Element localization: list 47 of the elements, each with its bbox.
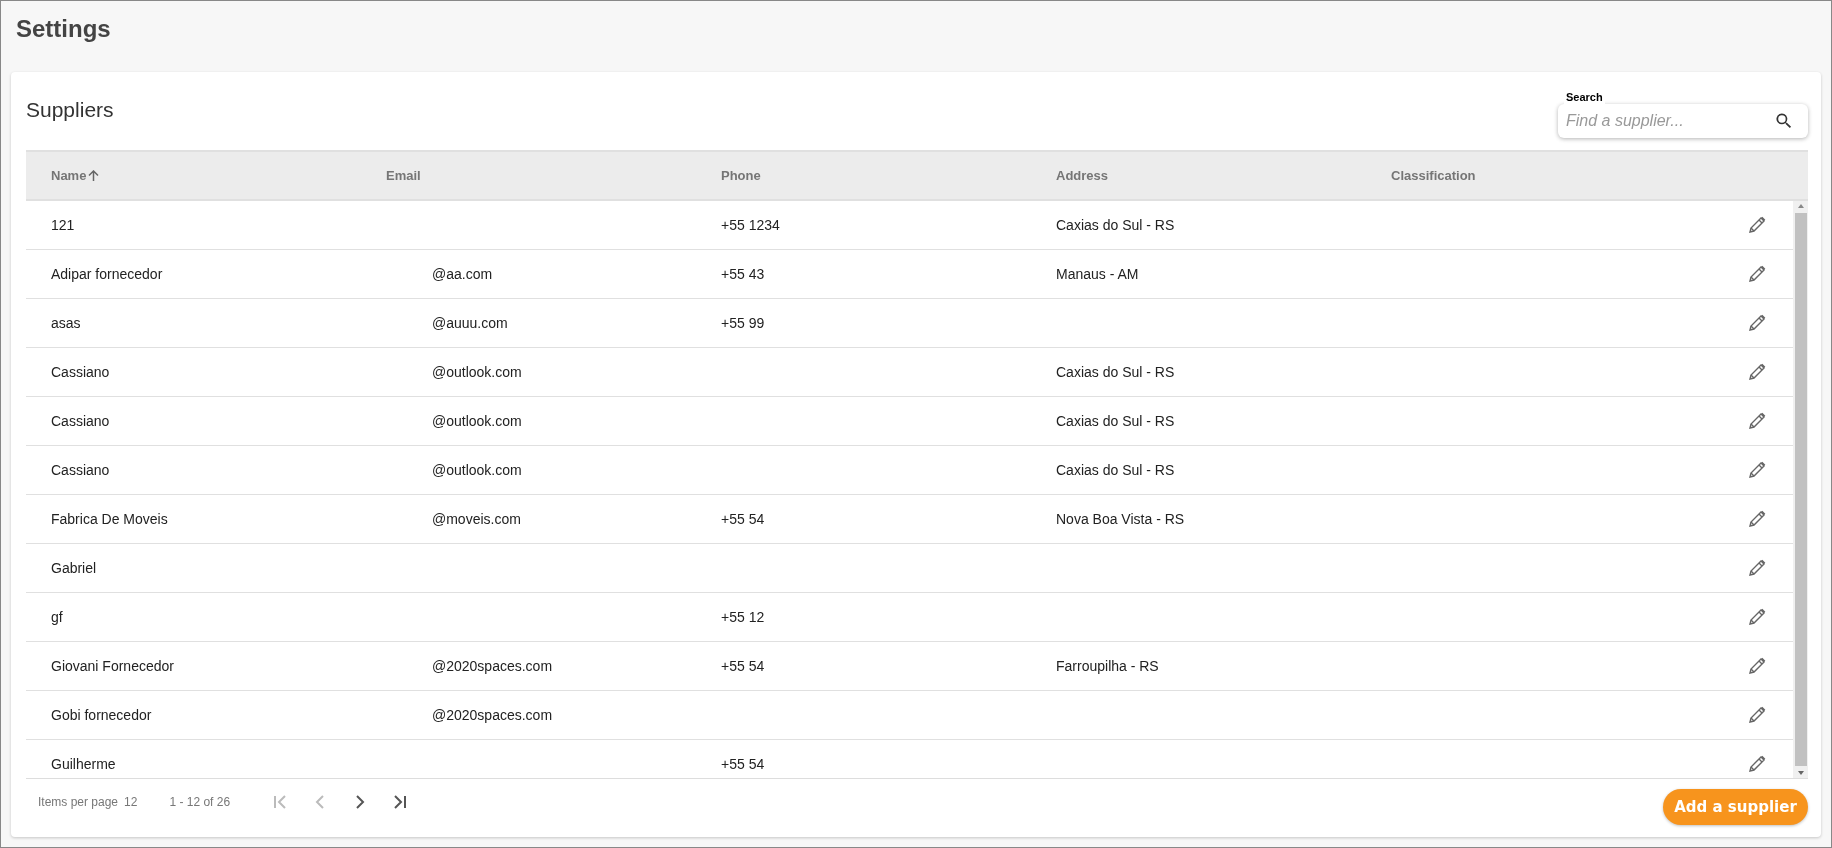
table-cell: Adipar fornecedor (51, 266, 163, 282)
table-cell: +55 54 (721, 756, 765, 772)
table-cell: Cassiano (51, 413, 110, 429)
table-cell: @2020spaces.com (432, 707, 553, 723)
page-size-select[interactable]: 12 (124, 795, 138, 809)
table-cell: +55 99 (721, 315, 765, 331)
search-field[interactable]: Find a supplier... (1558, 104, 1808, 138)
column-header[interactable]: Name (51, 168, 87, 183)
table-cell: @auuu.com (432, 315, 508, 331)
table-cell: @outlook.com (432, 462, 522, 478)
items-per-page-label: Items per page (38, 795, 119, 809)
table-cell: asas (51, 315, 81, 331)
column-header[interactable]: Phone (721, 168, 761, 183)
page-title: Settings (15, 14, 112, 44)
table-cell: Manaus - AM (1056, 266, 1139, 282)
add-supplier-button[interactable]: Add a supplier (1663, 789, 1808, 825)
search-label: Search (1564, 91, 1605, 104)
table-cell: +55 1234 (721, 217, 780, 233)
table-cell: Gobi fornecedor (51, 707, 152, 723)
page-range: 1 - 12 of 26 (169, 795, 231, 809)
table-cell: Caxias do Sul - RS (1056, 462, 1175, 478)
table-cell: +55 43 (721, 266, 765, 282)
table-cell: Nova Boa Vista - RS (1056, 511, 1185, 527)
table-cell: +55 54 (721, 511, 765, 527)
table-cell: Caxias do Sul - RS (1056, 364, 1175, 380)
table-cell: @outlook.com (432, 413, 522, 429)
table-cell: Cassiano (51, 462, 110, 478)
column-header[interactable]: Classification (1391, 168, 1476, 183)
table-cell: Guilherme (51, 756, 116, 772)
table-cell: gf (51, 609, 63, 625)
column-header[interactable]: Email (386, 168, 421, 183)
table-cell: Caxias do Sul - RS (1056, 217, 1175, 233)
table-cell: Giovani Fornecedor (51, 658, 174, 674)
table-cell: @aa.com (432, 266, 493, 282)
table-cell: @2020spaces.com (432, 658, 553, 674)
table-cell: @outlook.com (432, 364, 522, 380)
table-cell: @moveis.com (432, 511, 521, 527)
table-cell: 121 (51, 217, 75, 233)
table-cell: +55 12 (721, 609, 765, 625)
table-cell: Farroupilha - RS (1056, 658, 1159, 674)
table-cell: Cassiano (51, 364, 110, 380)
table-cell: Fabrica De Moveis (51, 511, 168, 527)
card-title: Suppliers (26, 98, 114, 122)
table-cell: Gabriel (51, 560, 97, 576)
table-cell: Caxias do Sul - RS (1056, 413, 1175, 429)
column-header[interactable]: Address (1056, 168, 1109, 183)
table-cell: +55 54 (721, 658, 765, 674)
